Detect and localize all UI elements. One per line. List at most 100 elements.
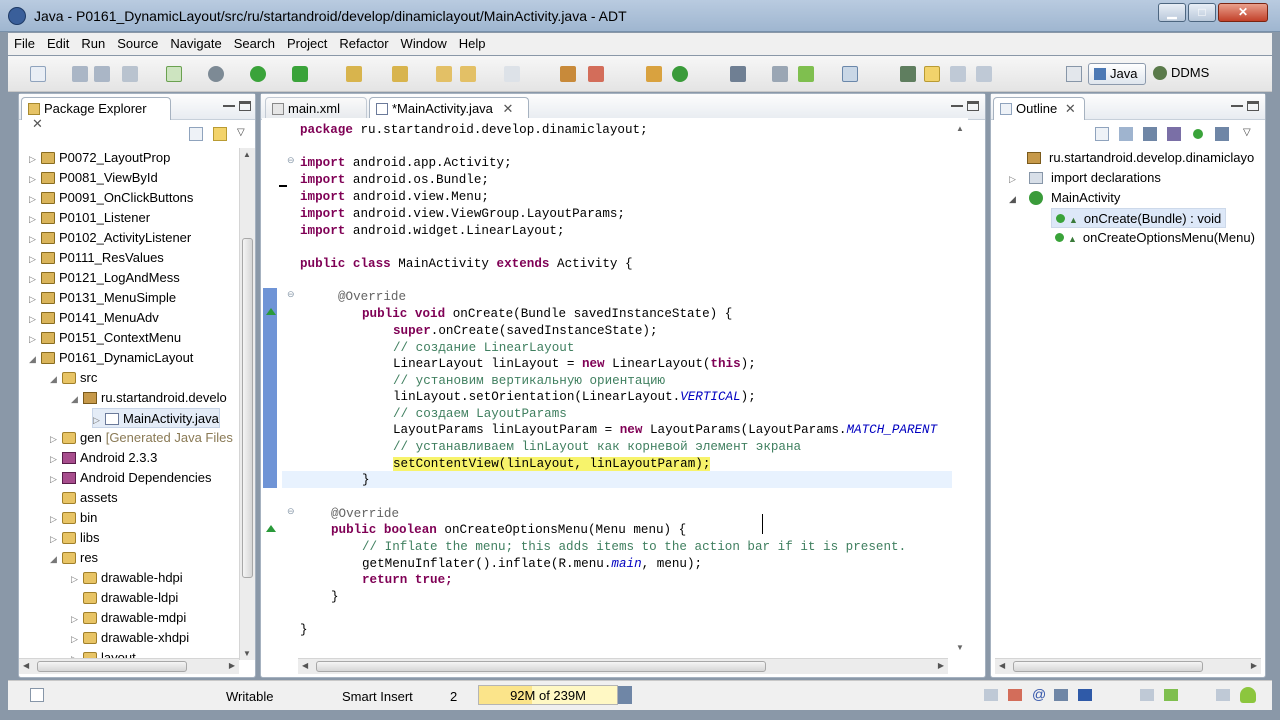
minimize-view-icon[interactable] xyxy=(1231,105,1243,107)
editor-hscroll[interactable]: ◀ ▶ xyxy=(298,658,948,674)
link-with-editor-icon[interactable] xyxy=(213,127,227,141)
new-icon[interactable] xyxy=(30,66,46,82)
collapse-icon[interactable]: ◢ xyxy=(1009,189,1021,209)
collapse-icon[interactable]: ◢ xyxy=(50,549,62,569)
perspective-ddms[interactable]: DDMS xyxy=(1148,63,1218,85)
problems-icon[interactable] xyxy=(1008,689,1022,701)
expand-icon[interactable]: ▷ xyxy=(50,529,62,549)
package-explorer-vscroll[interactable]: ▲ ▼ xyxy=(239,148,255,660)
android-sdk-icon[interactable] xyxy=(166,66,182,82)
scroll-right-icon[interactable]: ▶ xyxy=(938,661,944,670)
tree-item[interactable]: ◢ P0161_DynamicLayout xyxy=(29,348,193,368)
scroll-down-icon[interactable]: ▼ xyxy=(956,643,964,652)
tree-item[interactable]: ▷ P0121_LogAndMess xyxy=(29,268,180,288)
tab-main-xml[interactable]: main.xml xyxy=(265,97,367,120)
maximize-view-icon[interactable] xyxy=(1247,101,1259,111)
maximize-view-icon[interactable] xyxy=(239,101,251,111)
tree-item[interactable]: ▷ MainActivity.java xyxy=(92,408,220,428)
expand-icon[interactable]: ▷ xyxy=(71,569,83,589)
open-type-icon[interactable] xyxy=(560,66,576,82)
expand-icon[interactable]: ▷ xyxy=(50,509,62,529)
menu-run[interactable]: Run xyxy=(75,33,111,51)
forward-icon[interactable] xyxy=(504,66,520,82)
tree-item[interactable]: ▷ drawable-xhdpi xyxy=(71,628,189,648)
expand-icon[interactable]: ▷ xyxy=(71,629,83,649)
expand-icon[interactable]: ▷ xyxy=(29,189,41,209)
expand-icon[interactable]: ▷ xyxy=(29,289,41,309)
external-tools-icon[interactable] xyxy=(292,66,308,82)
tree-item[interactable]: ▷ P0081_ViewById xyxy=(29,168,158,188)
pin-icon[interactable] xyxy=(730,66,746,82)
expand-icon[interactable]: ▷ xyxy=(29,269,41,289)
trash-icon[interactable] xyxy=(618,686,632,704)
prev-annotation-icon[interactable] xyxy=(392,66,408,82)
print-icon[interactable] xyxy=(122,66,138,82)
maximize-button[interactable]: □ xyxy=(1188,3,1216,22)
tree-item[interactable]: ▷ Android Dependencies xyxy=(50,468,212,488)
hide-local-types-icon[interactable] xyxy=(1215,127,1229,141)
refresh-icon[interactable] xyxy=(672,66,688,82)
expand-icon[interactable]: ▷ xyxy=(50,469,62,489)
menu-window[interactable]: Window xyxy=(395,33,453,51)
view-menu-icon[interactable]: ▽ xyxy=(237,127,245,138)
sort-icon[interactable] xyxy=(1119,127,1133,141)
scroll-thumb[interactable] xyxy=(242,238,253,578)
minimize-view-icon[interactable] xyxy=(951,105,963,107)
close-icon[interactable]: ✕ xyxy=(32,116,43,131)
debug-icon[interactable] xyxy=(208,66,224,82)
tree-item[interactable]: ▷ P0102_ActivityListener xyxy=(29,228,191,248)
expand-icon[interactable]: ▷ xyxy=(50,449,62,469)
menu-refactor[interactable]: Refactor xyxy=(333,33,394,51)
toggle-highlight-icon[interactable] xyxy=(924,66,940,82)
declaration-icon[interactable] xyxy=(1054,689,1068,701)
tree-item[interactable]: ▷ bin xyxy=(50,508,97,528)
logcat-icon[interactable] xyxy=(1164,689,1178,701)
outline-package[interactable]: ru.startandroid.develop.dinamiclayo xyxy=(1027,148,1254,168)
restore-icon[interactable] xyxy=(1140,689,1154,701)
menu-help[interactable]: Help xyxy=(453,33,492,51)
close-icon[interactable]: ✕ xyxy=(503,101,514,116)
hide-static-icon[interactable] xyxy=(1167,127,1181,141)
tree-item[interactable]: ▷ drawable-mdpi xyxy=(71,608,186,628)
scroll-left-icon[interactable]: ◀ xyxy=(23,661,29,670)
tab-mainactivity-java[interactable]: *MainActivity.java ✕ xyxy=(369,97,529,120)
scroll-down-icon[interactable]: ▼ xyxy=(243,649,251,658)
close-icon[interactable]: ✕ xyxy=(1065,101,1076,116)
scroll-right-icon[interactable]: ▶ xyxy=(229,661,235,670)
tree-item[interactable]: ▷ P0111_ResValues xyxy=(29,248,164,268)
task-icon[interactable] xyxy=(842,66,858,82)
expand-icon[interactable]: ▷ xyxy=(29,309,41,329)
package-explorer-hscroll[interactable]: ◀ ▶ xyxy=(19,658,239,674)
tree-item[interactable]: ▷ drawable-hdpi xyxy=(71,568,183,588)
hscroll-thumb[interactable] xyxy=(316,661,766,672)
expand-icon[interactable]: ▷ xyxy=(29,209,41,229)
save-all-icon[interactable] xyxy=(94,66,110,82)
outline-class[interactable]: ◢ MainActivity xyxy=(1009,188,1120,208)
menu-file[interactable]: File xyxy=(8,33,41,51)
console-icon[interactable] xyxy=(1078,689,1092,701)
editor-vscroll[interactable]: ▲ ▼ xyxy=(952,118,968,656)
open-perspective-icon[interactable] xyxy=(1066,66,1082,82)
tree-item[interactable]: ▷ P0141_MenuAdv xyxy=(29,308,159,328)
close-window-button[interactable]: ✕ xyxy=(1218,3,1268,22)
tree-item[interactable]: ▷ P0101_Listener xyxy=(29,208,150,228)
next-annotation-icon[interactable] xyxy=(346,66,362,82)
minimize-button[interactable]: ▁ xyxy=(1158,3,1186,22)
avd-manager-icon[interactable] xyxy=(772,66,788,82)
tree-item[interactable]: ▷ P0151_ContextMenu xyxy=(29,328,181,348)
new-class-icon[interactable] xyxy=(646,66,662,82)
last-edit-icon[interactable] xyxy=(436,66,452,82)
show-whitespace-icon[interactable] xyxy=(976,66,992,82)
scroll-up-icon[interactable]: ▲ xyxy=(243,150,251,159)
tree-item[interactable]: ▷ libs xyxy=(50,528,100,548)
expand-icon[interactable]: ▷ xyxy=(29,149,41,169)
mark-occurrences-icon[interactable] xyxy=(900,66,916,82)
collapse-icon[interactable]: ◢ xyxy=(29,349,41,369)
expand-icon[interactable]: ▷ xyxy=(29,329,41,349)
restore-icon[interactable] xyxy=(1216,689,1230,701)
expand-icon[interactable]: ▷ xyxy=(50,429,62,449)
perspective-java[interactable]: Java xyxy=(1088,63,1146,85)
outline-method-oncreateoptionsmenu[interactable]: ▲ onCreateOptionsMenu(Menu) xyxy=(1055,228,1255,248)
scroll-left-icon[interactable]: ◀ xyxy=(999,661,1005,670)
save-icon[interactable] xyxy=(72,66,88,82)
